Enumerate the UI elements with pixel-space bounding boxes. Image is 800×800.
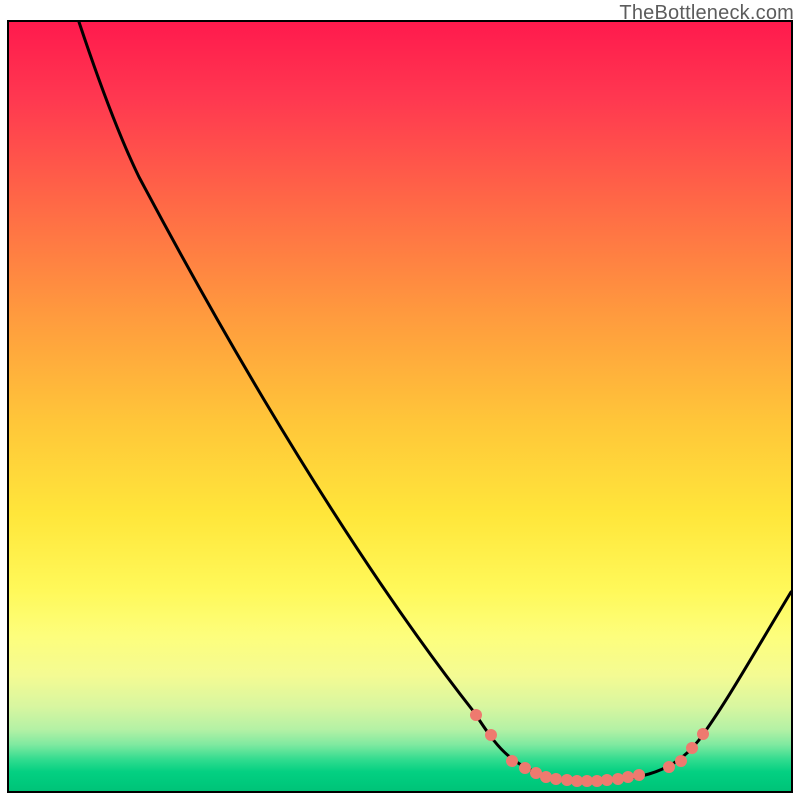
watermark-text: TheBottleneck.com	[619, 2, 794, 25]
chart-svg	[9, 22, 791, 791]
curve-marker	[663, 761, 675, 773]
curve-marker	[540, 771, 552, 783]
curve-marker	[485, 729, 497, 741]
curve-marker	[675, 755, 687, 767]
curve-marker	[686, 742, 698, 754]
curve-marker	[519, 762, 531, 774]
chart-frame	[7, 20, 793, 793]
bottleneck-curve-path	[79, 22, 791, 781]
curve-marker	[506, 755, 518, 767]
curve-marker	[601, 774, 613, 786]
curve-markers	[470, 709, 709, 787]
curve-marker	[622, 771, 634, 783]
curve-marker	[697, 728, 709, 740]
curve-marker	[470, 709, 482, 721]
curve-marker	[633, 769, 645, 781]
curve-marker	[550, 773, 562, 785]
curve-marker	[612, 773, 624, 785]
